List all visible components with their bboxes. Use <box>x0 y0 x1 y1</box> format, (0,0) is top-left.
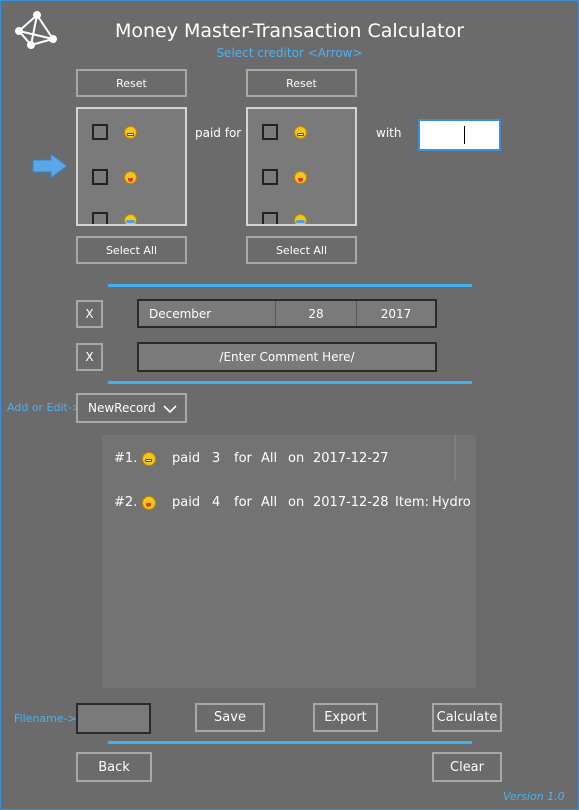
paid-for-label: paid for <box>195 126 242 140</box>
tongue-emoji-icon <box>294 171 307 184</box>
comment-value: /Enter Comment Here/ <box>219 350 355 364</box>
row-amount: 3 <box>212 451 221 466</box>
list-item[interactable]: #1. paid 3 for All on 2017-12-27 <box>102 451 476 469</box>
calculate-button[interactable]: Calculate <box>432 703 502 732</box>
record-selected: NewRecord <box>88 401 156 415</box>
row-amount: 4 <box>212 495 221 510</box>
tongue-emoji-icon <box>124 171 137 184</box>
list-item[interactable]: #2. paid 4 for All on 2017-12-28 Item: H… <box>102 495 476 513</box>
date-year[interactable]: 2017 <box>356 301 435 326</box>
payers-reset-button[interactable]: Reset <box>76 69 187 97</box>
clear-button[interactable]: Clear <box>432 752 502 782</box>
payers-select-all-button[interactable]: Select All <box>76 236 187 264</box>
crying-emoji-icon <box>294 214 307 224</box>
row-paid: paid <box>172 451 201 466</box>
beneficiary-checkbox[interactable] <box>262 124 278 140</box>
payer-checkbox[interactable] <box>92 212 108 224</box>
clear-comment-button[interactable]: X <box>76 343 103 371</box>
row-item: Hydro <box>432 495 471 510</box>
beneficiaries-reset-button[interactable]: Reset <box>246 69 357 97</box>
record-label: Add or Edit-> <box>7 401 82 414</box>
payer-checkbox[interactable] <box>92 124 108 140</box>
row-date: 2017-12-28 <box>313 495 389 510</box>
filename-label: Filename-> <box>14 712 77 725</box>
row-for: for <box>234 451 252 466</box>
transactions-list[interactable]: #1. paid 3 for All on 2017-12-27 #2. pai… <box>102 435 476 688</box>
payer-checkbox[interactable] <box>92 169 108 185</box>
separator <box>108 381 472 384</box>
amount-input[interactable] <box>418 119 501 151</box>
beneficiary-checkbox[interactable] <box>262 169 278 185</box>
row-for: for <box>234 495 252 510</box>
app-title: Money Master-Transaction Calculator <box>114 20 465 42</box>
crying-emoji-icon <box>124 214 137 224</box>
row-index: #2. <box>114 495 138 510</box>
grimacing-emoji-icon <box>124 126 137 139</box>
back-button[interactable]: Back <box>76 752 152 782</box>
record-dropdown[interactable]: NewRecord <box>76 393 187 423</box>
beneficiaries-list[interactable] <box>246 107 357 226</box>
chevron-down-icon <box>163 405 177 414</box>
date-day[interactable]: 28 <box>275 301 356 326</box>
creditor-hint: Select creditor <Arrow> <box>216 46 363 60</box>
separator <box>108 741 472 744</box>
filename-input[interactable] <box>76 703 151 734</box>
separator <box>108 284 472 287</box>
row-on: on <box>288 495 305 510</box>
save-button[interactable]: Save <box>195 703 265 732</box>
comment-input[interactable]: /Enter Comment Here/ <box>137 342 437 372</box>
row-on: on <box>288 451 305 466</box>
row-date: 2017-12-27 <box>313 451 389 466</box>
payers-list[interactable] <box>76 107 187 226</box>
creditor-arrow-icon <box>32 153 68 179</box>
row-who: All <box>261 495 278 510</box>
date-month[interactable]: December <box>139 301 275 326</box>
row-who: All <box>261 451 278 466</box>
clear-date-button[interactable]: X <box>76 300 103 328</box>
version-label: Version 1.0 <box>503 790 565 803</box>
row-item-label: Item: <box>395 495 429 510</box>
beneficiary-checkbox[interactable] <box>262 212 278 224</box>
grimacing-emoji-icon <box>294 126 307 139</box>
export-button[interactable]: Export <box>313 703 378 732</box>
row-paid: paid <box>172 495 201 510</box>
text-caret <box>464 126 465 144</box>
with-label: with <box>376 126 402 140</box>
beneficiaries-select-all-button[interactable]: Select All <box>246 236 357 264</box>
row-index: #1. <box>114 451 138 466</box>
date-picker[interactable]: December 28 2017 <box>137 299 437 328</box>
